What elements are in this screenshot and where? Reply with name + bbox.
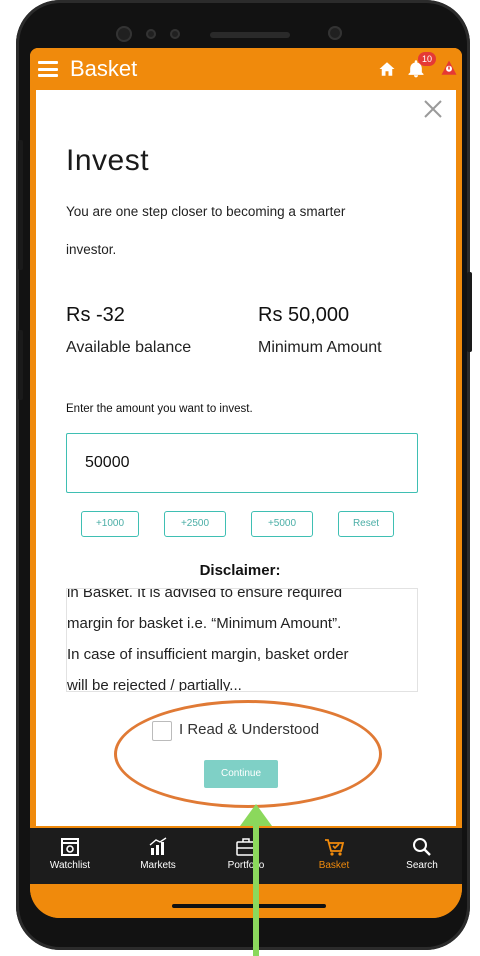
nav-item-watchlist[interactable]: Watchlist bbox=[30, 832, 110, 871]
phone-side-button bbox=[18, 330, 23, 400]
add-5000-button[interactable]: +5000 bbox=[251, 511, 313, 537]
disclaimer-scroll-box[interactable]: in Basket. It is advised to ensure requi… bbox=[66, 588, 418, 692]
sensor-icon bbox=[170, 29, 180, 39]
phone-side-button bbox=[467, 272, 472, 352]
bottom-nav: Watchlist Markets Portfolio Basket Searc… bbox=[30, 828, 462, 884]
pointer-arrow-shaft bbox=[253, 820, 259, 956]
disclaimer-line: In case of insufficient margin, basket o… bbox=[67, 646, 349, 663]
nav-item-basket[interactable]: Basket bbox=[294, 832, 374, 871]
home-icon[interactable] bbox=[378, 60, 396, 78]
nav-label: Watchlist bbox=[49, 860, 91, 871]
camera-icon bbox=[328, 26, 342, 40]
app-header: Basket 10 bbox=[30, 48, 462, 90]
highlight-ellipse bbox=[114, 700, 382, 808]
amount-input[interactable]: 50000 bbox=[66, 433, 418, 493]
markets-icon bbox=[149, 837, 167, 855]
close-icon[interactable] bbox=[422, 98, 444, 120]
available-balance-label: Available balance bbox=[66, 339, 192, 356]
amount-prompt: Enter the amount you want to invest. bbox=[66, 403, 253, 415]
page-title: Basket bbox=[70, 56, 138, 81]
watchlist-icon bbox=[61, 838, 79, 856]
available-balance-value: Rs -32 bbox=[66, 304, 125, 326]
home-indicator[interactable] bbox=[172, 904, 326, 908]
minimum-amount-value: Rs 50,000 bbox=[258, 304, 350, 326]
disclaimer-text: in Basket. It is advised to ensure requi… bbox=[67, 588, 349, 692]
search-icon bbox=[413, 838, 431, 856]
hamburger-menu-icon[interactable] bbox=[38, 61, 58, 77]
nav-item-portfolio[interactable]: Portfolio bbox=[206, 832, 286, 871]
minimum-amount-label: Minimum Amount bbox=[258, 339, 382, 356]
alert-icon[interactable] bbox=[440, 58, 458, 78]
reset-button[interactable]: Reset bbox=[338, 511, 394, 537]
basket-icon bbox=[325, 839, 345, 856]
camera-icon bbox=[116, 26, 132, 42]
notification-badge: 10 bbox=[418, 52, 436, 66]
add-2500-button[interactable]: +2500 bbox=[164, 511, 226, 537]
nav-label: Basket bbox=[318, 860, 350, 871]
bottom-bar bbox=[30, 884, 462, 918]
invest-heading: Invest bbox=[66, 144, 150, 177]
nav-label: Markets bbox=[140, 860, 176, 871]
nav-item-markets[interactable]: Markets bbox=[118, 832, 198, 871]
disclaimer-line: margin for basket i.e. “Minimum Amount”. bbox=[67, 615, 342, 632]
add-1000-button[interactable]: +1000 bbox=[81, 511, 139, 537]
disclaimer-title: Disclaimer: bbox=[199, 562, 281, 579]
speaker-grille bbox=[210, 32, 290, 38]
disclaimer-line: in Basket. It is advised to ensure requi… bbox=[67, 588, 343, 601]
sensor-icon bbox=[146, 29, 156, 39]
disclaimer-line: will be rejected / partially... bbox=[67, 677, 242, 692]
nav-label: Search bbox=[406, 860, 438, 871]
phone-side-button bbox=[18, 140, 23, 270]
subtitle-line: investor. bbox=[66, 242, 117, 257]
nav-item-search[interactable]: Search bbox=[382, 832, 462, 871]
subtitle-line: You are one step closer to becoming a sm… bbox=[66, 204, 346, 219]
phone-top-bezel bbox=[30, 14, 462, 50]
